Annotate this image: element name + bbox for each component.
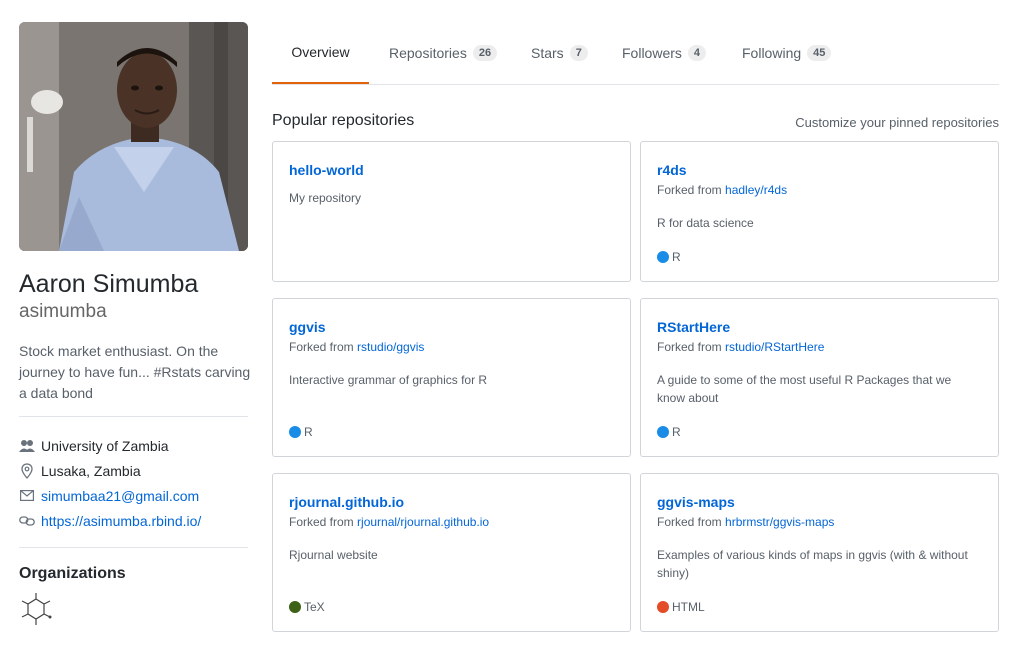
fork-source-link[interactable]: hadley/r4ds bbox=[725, 183, 787, 197]
repo-description: Interactive grammar of graphics for R bbox=[289, 373, 488, 387]
sidebar-divider bbox=[19, 416, 248, 417]
tab-label: Followers bbox=[622, 45, 682, 61]
language-label: HTML bbox=[672, 600, 705, 614]
fork-source-link[interactable]: hrbrmstr/ggvis-maps bbox=[725, 515, 834, 529]
language-color-dot bbox=[657, 251, 669, 263]
detail-website: https://asimumba.rbind.io/ bbox=[19, 508, 248, 533]
fork-info: Forked from rstudio/ggvis bbox=[289, 340, 424, 354]
location-pin-icon bbox=[19, 462, 35, 479]
repo-card-rstarthere: RStartHere Forked from rstudio/RStartHer… bbox=[640, 298, 999, 457]
repo-description: Rjournal website bbox=[289, 548, 378, 562]
avatar-photo bbox=[19, 22, 248, 251]
profile-bio: Stock market enthusiast. On the journey … bbox=[19, 343, 251, 401]
sidebar-divider-2 bbox=[19, 547, 248, 548]
fork-info: Forked from hadley/r4ds bbox=[657, 183, 787, 197]
profile-username: asimumba bbox=[19, 301, 107, 322]
repo-description: Examples of various kinds of maps in ggv… bbox=[657, 548, 968, 580]
tab-label: Stars bbox=[531, 45, 564, 61]
repo-name-link[interactable]: ggvis bbox=[289, 319, 326, 335]
tab-count-badge: 26 bbox=[472, 45, 498, 61]
fork-info: Forked from hrbrmstr/ggvis-maps bbox=[657, 515, 834, 529]
avatar[interactable] bbox=[19, 22, 248, 251]
repo-card-hello-world: hello-world My repository bbox=[272, 141, 631, 282]
profile-details: University of Zambia Lusaka, Zambia simu… bbox=[19, 433, 248, 533]
fork-prefix: Forked from bbox=[289, 515, 354, 529]
fork-prefix: Forked from bbox=[657, 183, 722, 197]
organization-avatar[interactable] bbox=[19, 592, 53, 626]
tab-label: Overview bbox=[291, 44, 350, 60]
language-color-dot bbox=[289, 601, 301, 613]
customize-pins-link[interactable]: Customize your pinned repositories bbox=[795, 115, 999, 130]
popular-repos-header: Popular repositories Customize your pinn… bbox=[272, 112, 999, 132]
tab-repositories[interactable]: Repositories 26 bbox=[389, 22, 498, 84]
detail-email: simumbaa21@gmail.com bbox=[19, 483, 248, 508]
fork-source-link[interactable]: rstudio/ggvis bbox=[357, 340, 424, 354]
mail-icon bbox=[19, 488, 35, 504]
tab-followers[interactable]: Followers 4 bbox=[622, 22, 707, 84]
repo-language: R bbox=[657, 425, 681, 439]
tab-count-badge: 4 bbox=[687, 45, 707, 61]
profile-full-name: Aaron Simumba bbox=[19, 270, 199, 298]
tab-following[interactable]: Following 45 bbox=[742, 22, 832, 84]
language-label: R bbox=[304, 425, 313, 439]
repo-name-link[interactable]: r4ds bbox=[657, 162, 687, 178]
repo-name-link[interactable]: RStartHere bbox=[657, 319, 730, 335]
language-label: TeX bbox=[304, 600, 325, 614]
repo-description: My repository bbox=[289, 191, 362, 205]
link-icon bbox=[19, 513, 35, 529]
language-label: R bbox=[672, 425, 681, 439]
language-label: R bbox=[672, 250, 681, 264]
repo-card-rjournal: rjournal.github.io Forked from rjournal/… bbox=[272, 473, 631, 632]
popular-repos-title: Popular repositories bbox=[272, 112, 415, 129]
tab-overview[interactable]: Overview bbox=[272, 22, 369, 84]
repo-card-r4ds: r4ds Forked from hadley/r4ds R for data … bbox=[640, 141, 999, 282]
location-text: Lusaka, Zambia bbox=[41, 462, 141, 479]
tab-count-badge: 45 bbox=[807, 45, 832, 61]
repo-language: R bbox=[289, 425, 313, 439]
profile-sidebar: Aaron Simumba asimumba Stock market enth… bbox=[19, 22, 251, 626]
language-color-dot bbox=[657, 426, 669, 438]
language-color-dot bbox=[657, 601, 669, 613]
fork-source-link[interactable]: rjournal/rjournal.github.io bbox=[357, 515, 489, 529]
tab-label: Repositories bbox=[389, 45, 467, 61]
fork-prefix: Forked from bbox=[657, 515, 722, 529]
repo-card-ggvis: ggvis Forked from rstudio/ggvis Interact… bbox=[272, 298, 631, 457]
tab-count-badge: 7 bbox=[569, 45, 588, 61]
fork-info: Forked from rjournal/rjournal.github.io bbox=[289, 515, 489, 529]
tab-stars[interactable]: Stars 7 bbox=[531, 22, 588, 84]
fork-source-link[interactable]: rstudio/RStartHere bbox=[725, 340, 824, 354]
profile-tabs: Overview Repositories 26 Stars 7 Followe… bbox=[272, 22, 999, 85]
language-color-dot bbox=[289, 426, 301, 438]
fork-prefix: Forked from bbox=[289, 340, 354, 354]
repo-name-link[interactable]: hello-world bbox=[289, 162, 364, 178]
repo-language: R bbox=[657, 250, 681, 264]
website-link[interactable]: https://asimumba.rbind.io/ bbox=[41, 513, 201, 529]
tab-label: Following bbox=[742, 45, 802, 61]
repo-card-ggvis-maps: ggvis-maps Forked from hrbrmstr/ggvis-ma… bbox=[640, 473, 999, 632]
organization-text: University of Zambia bbox=[41, 437, 169, 454]
fork-prefix: Forked from bbox=[657, 340, 722, 354]
detail-organization: University of Zambia bbox=[19, 433, 248, 458]
organizations-heading: Organizations bbox=[19, 565, 126, 582]
repo-name-link[interactable]: ggvis-maps bbox=[657, 494, 735, 510]
people-icon bbox=[19, 438, 35, 454]
repo-description: R for data science bbox=[657, 216, 754, 230]
repo-name-link[interactable]: rjournal.github.io bbox=[289, 494, 404, 510]
repo-description: A guide to some of the most useful R Pac… bbox=[657, 373, 952, 405]
repo-language: TeX bbox=[289, 600, 325, 614]
email-link[interactable]: simumbaa21@gmail.com bbox=[41, 488, 199, 504]
detail-location: Lusaka, Zambia bbox=[19, 458, 248, 483]
hexagon-molecule-icon bbox=[21, 593, 52, 625]
fork-info: Forked from rstudio/RStartHere bbox=[657, 340, 824, 354]
repo-language: HTML bbox=[657, 600, 705, 614]
